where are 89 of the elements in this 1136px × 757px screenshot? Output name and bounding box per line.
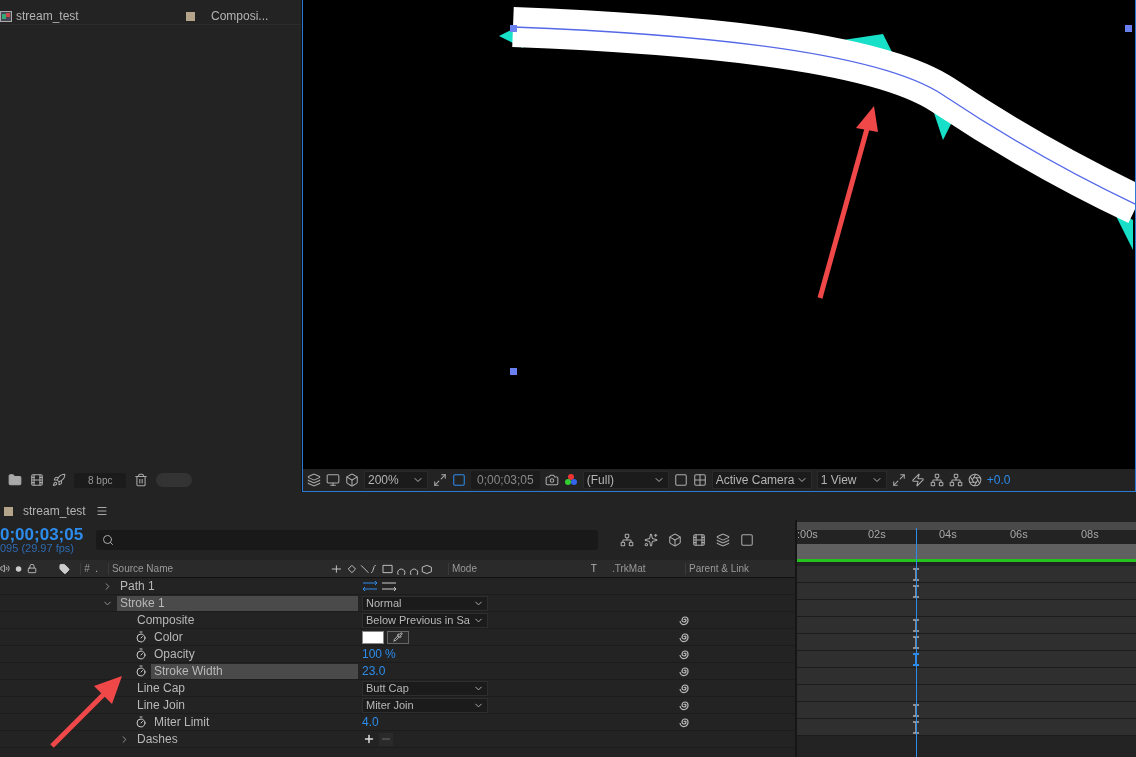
- layers-icon[interactable]: [716, 533, 730, 547]
- path-arrow-icon[interactable]: [381, 580, 397, 592]
- search-icon: [102, 534, 114, 546]
- property-name[interactable]: Stroke Width: [151, 663, 358, 679]
- property-name[interactable]: Line Join: [134, 697, 358, 713]
- mask-path-icon[interactable]: [452, 473, 466, 487]
- plus-icon: [363, 733, 375, 745]
- ruler-label: 04s: [939, 528, 958, 540]
- stopwatch-icon[interactable]: [135, 716, 147, 728]
- eyedropper-button[interactable]: [387, 630, 409, 644]
- film-icon[interactable]: [692, 533, 706, 547]
- monitor-icon[interactable]: [326, 473, 340, 487]
- composition-icon: [0, 10, 12, 22]
- stopwatch-icon[interactable]: [135, 631, 147, 643]
- views-dropdown[interactable]: 1 View: [816, 471, 887, 489]
- flowchart-icon[interactable]: [620, 533, 634, 547]
- property-name[interactable]: Stroke 1: [117, 595, 358, 611]
- value-dropdown[interactable]: Miter Join: [362, 697, 488, 713]
- checker-icon[interactable]: [692, 473, 707, 487]
- rgb-dots-icon[interactable]: [563, 473, 578, 487]
- frame-rate: 095 (29.97 fps): [0, 543, 74, 554]
- column-header[interactable]: #: [80, 562, 96, 575]
- property-name[interactable]: Path 1: [117, 578, 358, 594]
- property-name[interactable]: Dashes: [134, 731, 358, 747]
- camera-icon[interactable]: [544, 473, 559, 487]
- spiral-icon[interactable]: [678, 665, 690, 677]
- property-name[interactable]: Color: [151, 629, 358, 645]
- property-name[interactable]: Opacity: [151, 646, 358, 662]
- eyedropper-icon: [393, 632, 403, 642]
- trash-icon[interactable]: [134, 473, 149, 487]
- spiral-icon[interactable]: [678, 648, 690, 660]
- color-swatch[interactable]: [362, 630, 384, 644]
- ruler-label: 02s: [868, 528, 887, 540]
- value-dropdown[interactable]: Butt Cap: [362, 680, 488, 696]
- spiral-icon[interactable]: [678, 614, 690, 626]
- zoom-dropdown[interactable]: 200%: [364, 471, 428, 489]
- column-header[interactable]: T: [590, 563, 609, 574]
- path-arrow-icon[interactable]: [362, 580, 378, 592]
- lightning-icon[interactable]: [910, 473, 925, 487]
- camera-dropdown[interactable]: Active Camera: [711, 471, 812, 489]
- value-number[interactable]: 4.0: [362, 715, 379, 729]
- square-icon[interactable]: [673, 473, 688, 487]
- exposure-value[interactable]: +0.0: [986, 473, 1011, 487]
- sparkle-icon[interactable]: [644, 533, 658, 547]
- resolution-dropdown[interactable]: (Full): [582, 471, 669, 489]
- viewer-timecode[interactable]: 0;00;03;05: [471, 471, 540, 489]
- ruler-label: 08s: [1081, 528, 1100, 540]
- value-dropdown[interactable]: Normal: [362, 595, 488, 611]
- rocket-icon[interactable]: [52, 473, 66, 487]
- lock-icon[interactable]: [27, 563, 38, 574]
- film-icon[interactable]: [30, 473, 44, 487]
- cube-icon[interactable]: [668, 533, 682, 547]
- audio-icon[interactable]: [0, 563, 11, 574]
- value-number[interactable]: 23.0: [362, 664, 386, 678]
- tree-icon[interactable]: [948, 473, 963, 487]
- project-item-type: Composi...: [211, 9, 269, 23]
- column-header[interactable]: Parent & Link: [685, 562, 795, 575]
- column-header[interactable]: Mode: [447, 562, 591, 575]
- menu-icon[interactable]: [95, 505, 108, 517]
- search-field[interactable]: [96, 530, 598, 550]
- bit-depth-button[interactable]: 8 bpc: [74, 472, 127, 488]
- column-header[interactable]: .: [95, 563, 108, 574]
- ruler-label: :00s: [797, 528, 819, 540]
- current-timecode[interactable]: 0;00;03;05: [0, 526, 86, 543]
- project-item-name[interactable]: stream_test: [16, 9, 182, 23]
- value-dropdown[interactable]: Below Previous in Sa: [362, 612, 488, 628]
- stopwatch-icon[interactable]: [135, 648, 147, 660]
- aperture-icon[interactable]: [967, 473, 982, 487]
- column-header[interactable]: .TrkMat: [609, 562, 686, 575]
- timeline-tab[interactable]: stream_test: [23, 504, 86, 518]
- unit-label: %: [385, 647, 396, 661]
- spiral-icon[interactable]: [678, 716, 690, 728]
- spiral-icon[interactable]: [678, 682, 690, 694]
- tag-icon[interactable]: [59, 562, 71, 575]
- add-button[interactable]: [362, 732, 376, 746]
- dot-icon[interactable]: [14, 563, 24, 574]
- folder-icon[interactable]: [8, 473, 22, 487]
- column-header[interactable]: Source Name: [107, 562, 331, 575]
- layers-icon[interactable]: [307, 473, 321, 487]
- spiral-icon[interactable]: [678, 699, 690, 711]
- spiral-icon[interactable]: [678, 631, 690, 643]
- stopwatch-icon[interactable]: [135, 665, 147, 677]
- property-name[interactable]: Line Cap: [134, 680, 358, 696]
- property-name[interactable]: Miter Limit: [151, 714, 358, 730]
- ruler-label: 06s: [1010, 528, 1029, 540]
- resize-icon[interactable]: [891, 473, 906, 487]
- property-name[interactable]: Composite: [134, 612, 358, 628]
- value-number[interactable]: 100: [362, 647, 383, 661]
- flowchart-icon[interactable]: [929, 473, 944, 487]
